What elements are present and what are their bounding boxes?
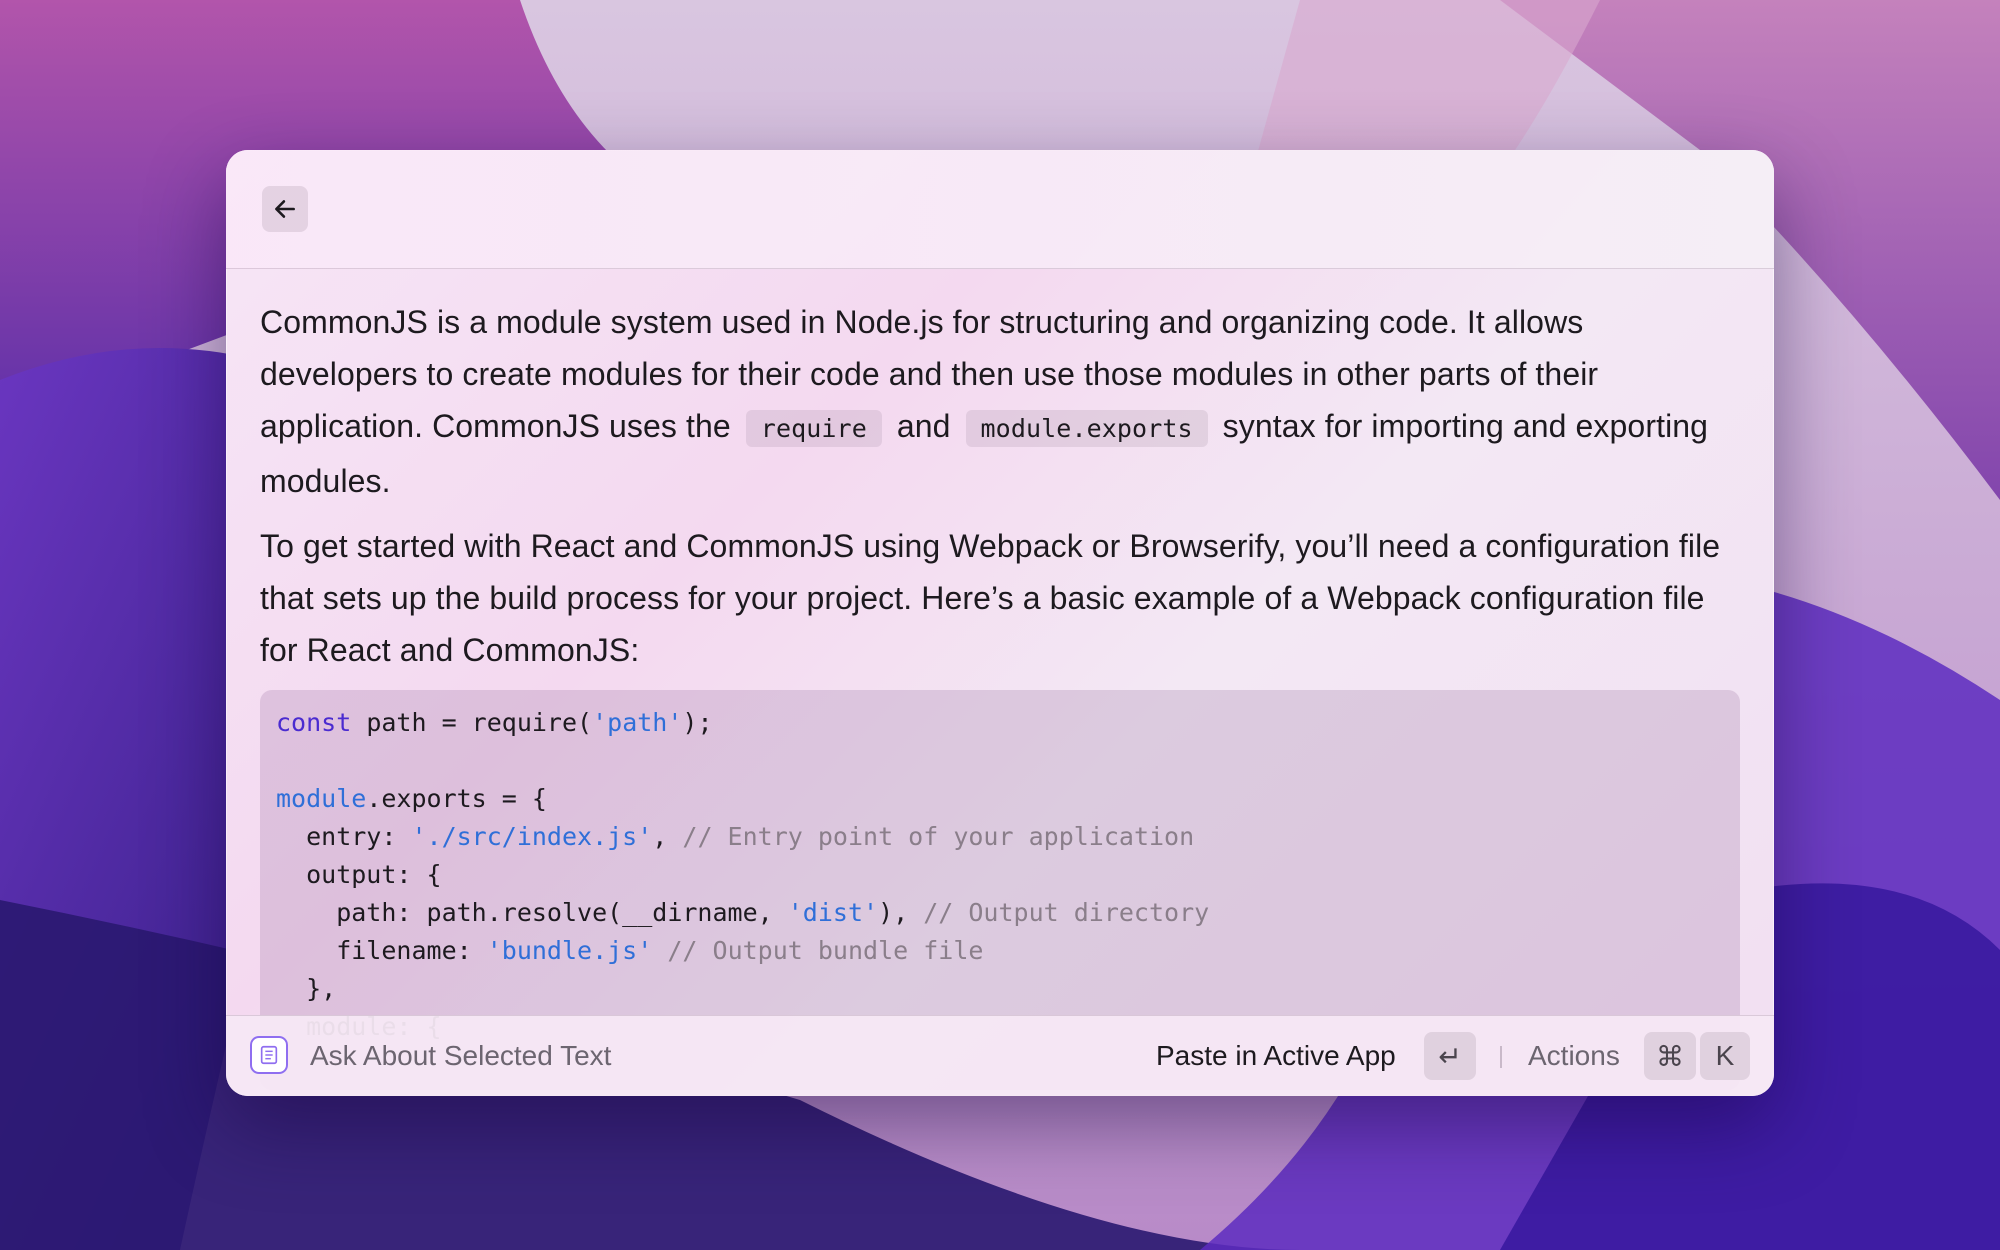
- inline-code-require: require: [745, 410, 882, 447]
- response-paragraph-1: CommonJS is a module system used in Node…: [260, 296, 1740, 507]
- notes-icon: [250, 1036, 288, 1074]
- ai-chat-window: CommonJS is a module system used in Node…: [226, 150, 1774, 1096]
- response-paragraph-2: To get started with React and CommonJS u…: [260, 528, 1721, 668]
- code-line: filename: 'bundle.js' // Output bundle f…: [276, 936, 984, 965]
- code-line: ​: [276, 742, 1724, 780]
- k-key-hint: K: [1700, 1032, 1750, 1080]
- arrow-left-icon: [275, 200, 295, 218]
- code-line: module.exports = {: [276, 784, 547, 813]
- window-header: [226, 150, 1774, 269]
- code-line: output: {: [276, 860, 442, 889]
- code-line: path: path.resolve(__dirname, 'dist'), /…: [276, 898, 1210, 927]
- back-button[interactable]: [262, 186, 308, 232]
- response-content: CommonJS is a module system used in Node…: [260, 268, 1740, 1096]
- code-line: const path = require('path');: [276, 708, 713, 737]
- command-title: Ask About Selected Text: [310, 1040, 612, 1071]
- paragraph-text: and: [887, 408, 960, 444]
- paste-in-active-app-button[interactable]: Paste in Active App: [1156, 1038, 1396, 1074]
- enter-key-hint: ↵: [1424, 1032, 1476, 1080]
- divider: [1500, 1046, 1502, 1068]
- code-line: },: [276, 974, 337, 1003]
- command-key-hint: ⌘: [1644, 1032, 1696, 1080]
- actions-button[interactable]: Actions: [1528, 1038, 1620, 1074]
- action-bar: Ask About Selected Text Paste in Active …: [226, 1015, 1774, 1096]
- code-line: entry: './src/index.js', // Entry point …: [276, 822, 1195, 851]
- inline-code-module-exports: module.exports: [965, 410, 1208, 447]
